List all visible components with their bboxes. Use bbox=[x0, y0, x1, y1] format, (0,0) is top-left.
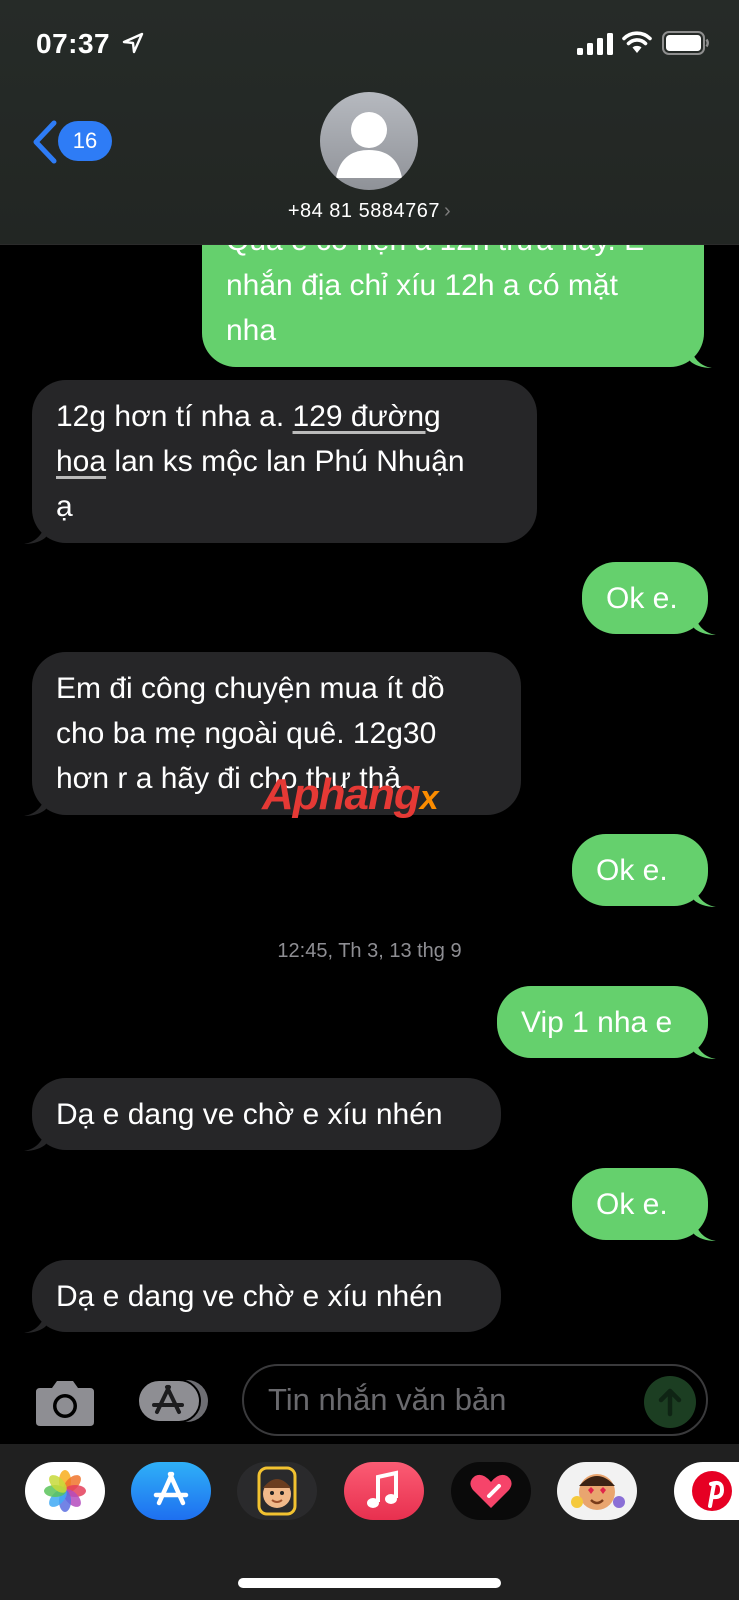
message-line: 12g hơn tí nha a. 129 đường bbox=[56, 394, 513, 439]
camera-icon[interactable] bbox=[34, 1376, 96, 1428]
message-text: Ok e. bbox=[596, 1188, 668, 1221]
message-input[interactable] bbox=[268, 1366, 628, 1434]
imessage-app-drawer bbox=[0, 1444, 739, 1600]
home-indicator[interactable] bbox=[238, 1578, 501, 1588]
bubble-tail bbox=[694, 1217, 716, 1241]
watermark: Aphangx bbox=[262, 770, 439, 820]
bubble-tail bbox=[24, 520, 46, 544]
chevron-left-icon bbox=[33, 120, 57, 164]
pinterest-p-glyph bbox=[692, 1471, 732, 1511]
compose-bar bbox=[0, 1358, 739, 1448]
message-line: hoa lan ks mộc lan Phú Nhuận bbox=[56, 439, 513, 484]
app-store-icon[interactable] bbox=[136, 1378, 210, 1424]
wifi-icon bbox=[622, 31, 652, 53]
bubble-tail bbox=[694, 883, 716, 907]
unread-count-badge: 16 bbox=[58, 121, 112, 161]
contact-name-button[interactable]: +84 81 5884767 › bbox=[0, 200, 739, 223]
message-bubble-incoming[interactable]: Dạ e dang ve chờ e xíu nhén bbox=[24, 1078, 501, 1151]
heart-graphic bbox=[470, 1474, 512, 1508]
bubble-tail bbox=[24, 792, 46, 816]
message-line: ạ bbox=[56, 490, 73, 523]
message-line: cho ba mẹ ngoài quê. 12g30 bbox=[56, 717, 437, 750]
message-text: Vip 1 nha e bbox=[521, 1006, 673, 1039]
bubble-tail bbox=[24, 1127, 46, 1151]
address-link[interactable]: 129 đường bbox=[293, 400, 441, 433]
message-text: Ok e. bbox=[606, 582, 678, 615]
message-bubble-outgoing[interactable]: Ok e. bbox=[582, 562, 716, 635]
message-text: Dạ e dang ve chờ e xíu nhén bbox=[56, 1098, 443, 1131]
message-line: nhắn địa chỉ xíu 12h a có mặt bbox=[226, 269, 618, 302]
photos-flower-graphic bbox=[44, 1470, 86, 1512]
status-bar: 07:37 bbox=[0, 0, 739, 90]
bubble-tail bbox=[690, 344, 712, 368]
message-timestamp: 12:45, Th 3, 13 thg 9 bbox=[277, 940, 462, 962]
app-store-app-icon[interactable] bbox=[131, 1462, 211, 1520]
message-line: nha bbox=[226, 314, 277, 347]
message-input-field[interactable] bbox=[242, 1364, 708, 1436]
chevron-right-icon: › bbox=[443, 200, 452, 222]
send-button[interactable] bbox=[644, 1376, 696, 1428]
message-text: 12g hơn tí nha a. bbox=[56, 400, 293, 433]
pinterest-icon[interactable] bbox=[674, 1462, 739, 1520]
message-line: Em đi công chuyện mua ít dồ bbox=[56, 672, 445, 705]
message-text: lan ks mộc lan Phú Nhuận bbox=[106, 445, 465, 478]
message-bubble-outgoing[interactable]: Ok e. bbox=[572, 834, 716, 907]
address-link[interactable]: hoa bbox=[56, 445, 106, 478]
person-icon bbox=[336, 112, 402, 178]
contact-avatar[interactable] bbox=[320, 92, 418, 190]
cellular-signal-icon bbox=[577, 33, 613, 55]
message-bubble-incoming[interactable]: 12g hơn tí nha a. 129 đường hoa lan ks m… bbox=[24, 380, 537, 544]
photos-icon[interactable] bbox=[25, 1462, 105, 1520]
message-bubble-outgoing[interactable]: Vip 1 nha e bbox=[497, 986, 716, 1059]
music-note-glyph bbox=[367, 1470, 398, 1508]
memoji-face-graphic bbox=[257, 1466, 297, 1516]
arrow-up-icon bbox=[658, 1388, 682, 1417]
animoji-icon[interactable] bbox=[557, 1462, 637, 1520]
app-store-a-glyph bbox=[153, 1471, 189, 1506]
bubble-tail bbox=[24, 1309, 46, 1333]
music-icon[interactable] bbox=[344, 1462, 424, 1520]
digital-touch-icon[interactable] bbox=[451, 1462, 531, 1520]
back-button[interactable]: 16 bbox=[30, 118, 120, 166]
memoji-stickers-icon[interactable] bbox=[237, 1462, 317, 1520]
message-bubble-incoming[interactable]: Dạ e dang ve chờ e xíu nhén bbox=[24, 1260, 501, 1333]
watermark-text: Aphang bbox=[262, 770, 421, 819]
bubble-tail bbox=[694, 611, 716, 635]
bubble-tail bbox=[694, 1035, 716, 1059]
location-arrow-icon bbox=[122, 32, 144, 54]
battery-icon bbox=[662, 31, 709, 55]
status-time: 07:37 bbox=[36, 28, 111, 59]
watermark-suffix: x bbox=[419, 779, 439, 817]
message-bubble-outgoing[interactable]: Ok e. bbox=[572, 1168, 716, 1241]
message-text: Ok e. bbox=[596, 854, 668, 887]
contact-number: +84 81 5884767 bbox=[287, 200, 440, 222]
message-text: Dạ e dang ve chờ e xíu nhén bbox=[56, 1280, 443, 1313]
animoji-face-graphic bbox=[571, 1474, 625, 1510]
